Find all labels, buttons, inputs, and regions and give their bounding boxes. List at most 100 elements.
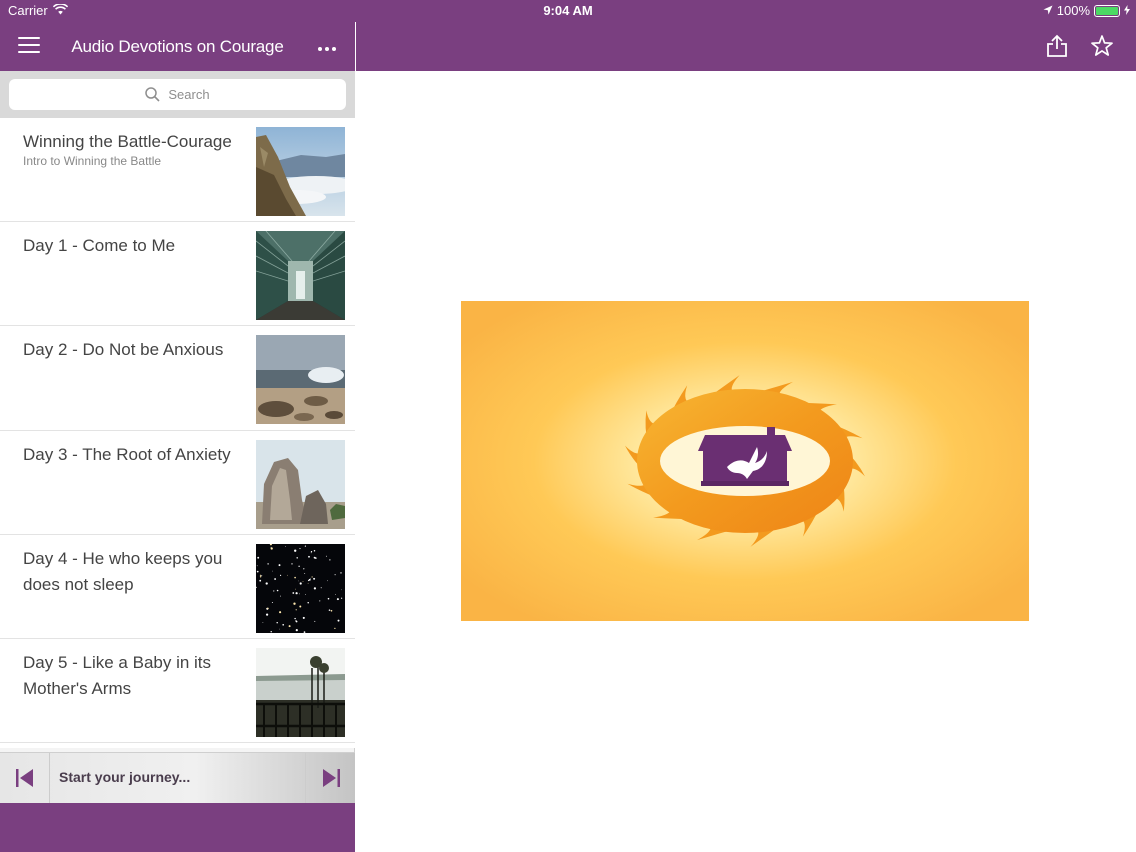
status-time: 9:04 AM xyxy=(543,3,593,18)
star-dot xyxy=(299,582,302,585)
star-dot xyxy=(294,617,296,620)
star-dot xyxy=(327,597,330,600)
star-dot xyxy=(270,547,273,550)
star-dot xyxy=(270,630,272,633)
search-bar: Search xyxy=(0,71,355,118)
star-dot xyxy=(334,573,336,575)
item-title: Day 1 - Come to Me xyxy=(23,236,176,256)
star-dot xyxy=(334,627,336,629)
star-dot xyxy=(341,597,343,599)
star-dot xyxy=(337,619,340,622)
tunnel-thumbnail xyxy=(256,231,345,321)
star-dot xyxy=(295,608,297,611)
star-dot xyxy=(304,572,306,574)
star-dot xyxy=(293,602,296,605)
charging-bolt-icon xyxy=(1124,3,1130,18)
star-dot xyxy=(295,619,297,622)
search-input[interactable]: Search xyxy=(9,79,346,110)
detail-navbar xyxy=(356,22,1136,71)
star-dot xyxy=(270,546,272,548)
star-dot xyxy=(341,589,342,590)
star-dot xyxy=(279,628,281,630)
star-dot xyxy=(267,562,269,565)
flame-house-dove-logo xyxy=(625,375,865,547)
star-dot xyxy=(262,621,264,623)
star-dot xyxy=(261,574,263,576)
star-dot xyxy=(256,570,259,573)
sidebar-footer xyxy=(0,803,355,852)
star-dot xyxy=(299,593,300,595)
star-dot xyxy=(294,576,296,579)
hero-image xyxy=(461,301,1029,621)
star-dot xyxy=(278,563,281,566)
star-dot xyxy=(336,597,339,600)
left-panel: Audio Devotions on Courage Search Winnin… xyxy=(0,0,355,852)
star-dot xyxy=(291,563,293,565)
star-dot xyxy=(308,555,310,558)
star-dot xyxy=(286,574,288,576)
search-icon xyxy=(145,87,160,102)
star-dot xyxy=(292,591,295,594)
star-dot xyxy=(256,565,258,566)
devotion-list: Winning the Battle-Courage Intro to Winn… xyxy=(0,118,355,748)
star-dot xyxy=(307,582,309,584)
star-dot xyxy=(303,630,306,633)
star-dot xyxy=(309,577,311,579)
star-dot xyxy=(313,587,317,590)
search-placeholder: Search xyxy=(168,87,210,102)
star-dot xyxy=(259,575,262,578)
star-dot xyxy=(276,589,279,592)
star-dot xyxy=(310,550,313,553)
list-item[interactable]: Day 4 - He who keeps you does not sleep xyxy=(0,535,355,639)
star-dot xyxy=(305,593,306,595)
star-dot xyxy=(276,621,278,624)
lake-trees-thumbnail xyxy=(256,647,345,737)
star-dot xyxy=(295,628,298,631)
battery-fill xyxy=(1096,6,1118,15)
star-dot xyxy=(280,595,282,597)
list-item[interactable]: Day 2 - Do Not be Anxious xyxy=(0,326,355,431)
beach-rocks-thumbnail xyxy=(256,335,345,425)
star-dot xyxy=(327,580,328,581)
star-dot xyxy=(259,574,262,576)
status-right: 100% xyxy=(1043,3,1130,18)
skip-next-icon[interactable] xyxy=(305,753,355,803)
star-dot xyxy=(267,607,269,609)
status-bar: Carrier 9:04 AM 100% xyxy=(0,0,1136,22)
skip-previous-icon[interactable] xyxy=(0,753,50,803)
star-dot xyxy=(325,555,327,557)
boulders-thumbnail xyxy=(256,439,345,529)
star-dot xyxy=(294,549,297,552)
star-dot xyxy=(302,616,305,619)
star-dot xyxy=(308,578,311,581)
mountain-valley-thumbnail xyxy=(256,127,345,216)
star-dot xyxy=(298,580,299,581)
star-dot xyxy=(288,624,291,627)
star-icon[interactable] xyxy=(1090,34,1114,63)
star-dot xyxy=(285,545,286,547)
hamburger-menu-icon[interactable] xyxy=(18,37,40,55)
star-dot xyxy=(307,601,309,604)
list-item[interactable]: Day 5 - Like a Baby in its Mother's Arms xyxy=(0,639,355,744)
battery-percent: 100% xyxy=(1056,3,1090,18)
star-dot xyxy=(271,601,273,603)
list-item[interactable]: Day 3 - The Root of Anxiety xyxy=(0,431,355,535)
share-icon[interactable] xyxy=(1046,34,1068,63)
star-dot xyxy=(313,577,316,580)
star-dot xyxy=(330,609,333,612)
item-title: Day 4 - He who keeps you does not sleep xyxy=(23,548,223,594)
list-item[interactable]: Day 1 - Come to Me xyxy=(0,222,355,327)
star-dot xyxy=(328,609,331,611)
ellipsis-icon[interactable] xyxy=(317,35,337,58)
star-dot xyxy=(329,559,331,561)
star-dot xyxy=(299,605,302,608)
star-dot xyxy=(313,556,316,559)
star-dot xyxy=(313,549,316,552)
item-title: Day 5 - Like a Baby in its Mother's Arms xyxy=(23,652,212,698)
battery-icon xyxy=(1094,4,1120,17)
star-dot xyxy=(298,565,300,567)
star-dot xyxy=(295,591,298,595)
list-item[interactable]: Winning the Battle-Courage Intro to Winn… xyxy=(0,118,355,223)
item-title: Day 3 - The Root of Anxiety xyxy=(23,444,231,464)
sidebar-navbar: Audio Devotions on Courage xyxy=(0,22,355,71)
